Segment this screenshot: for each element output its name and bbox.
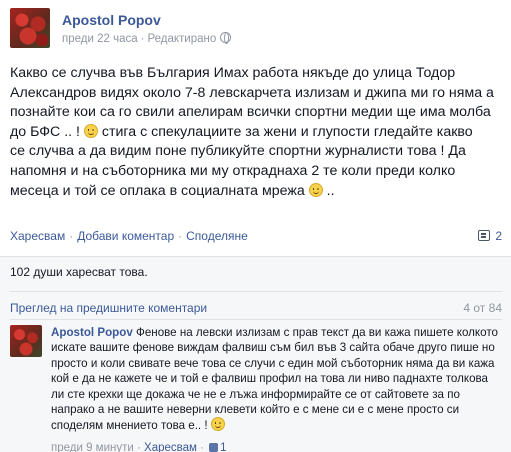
post-actions: Харесвам · Добави коментар · Споделяне 2: [10, 229, 502, 247]
comment-count-value: 2: [495, 229, 502, 243]
comment-body: Apostol Popov Фенове на левски излизам с…: [51, 325, 501, 434]
add-comment-button[interactable]: Добави коментар: [77, 229, 174, 243]
action-separator: ·: [178, 229, 183, 243]
smiley-icon: [308, 182, 323, 197]
comment-count-button[interactable]: 2: [478, 229, 502, 243]
comment-footer: преди 9 минути · Харесвам · 1: [51, 442, 227, 452]
comment-like-button[interactable]: Харесвам: [144, 442, 197, 452]
comment-timestamp[interactable]: преди 9 минути: [51, 442, 134, 452]
globe-icon[interactable]: [220, 32, 232, 44]
comment-icon: [478, 230, 491, 241]
smiley-icon: [210, 417, 225, 432]
post-text: Какво се случва във България Имах работа…: [10, 64, 502, 201]
post-header: Apostol Popov преди 22 часа · Редактирано: [10, 8, 500, 50]
post-author-name[interactable]: Apostol Popov: [62, 12, 161, 28]
post-timestamp[interactable]: преди 22 часа: [62, 33, 138, 45]
meta-separator: ·: [140, 33, 145, 45]
smiley-icon: [83, 123, 98, 138]
author-avatar[interactable]: [10, 8, 50, 48]
comments-counter: 4 от 84: [463, 301, 502, 315]
comment-text: Фенове на левски излизам с прав текст да…: [51, 326, 498, 433]
like-button[interactable]: Харесвам: [10, 229, 65, 243]
view-previous-comments-link[interactable]: Преглед на предишните коментари: [10, 301, 207, 315]
post-meta: преди 22 часа · Редактирано: [62, 32, 232, 45]
edited-label[interactable]: Редактирано: [147, 33, 216, 45]
likes-summary[interactable]: 102 души харесват това.: [10, 265, 148, 279]
feedback-section: 102 души харесват това. Преглед на преди…: [0, 256, 511, 452]
divider: [10, 291, 502, 292]
post-text-part-3: ..: [322, 182, 335, 199]
previous-comments-row: Преглед на предишните коментари 4 от 84: [10, 301, 502, 315]
action-separator: ·: [69, 229, 74, 243]
share-button[interactable]: Споделяне: [186, 229, 248, 243]
commenter-avatar[interactable]: [10, 325, 42, 357]
comment-like-count[interactable]: 1: [220, 442, 226, 452]
divider: [10, 319, 502, 320]
comment-author-name[interactable]: Apostol Popov: [51, 326, 133, 339]
thumbs-up-icon: [209, 443, 219, 452]
